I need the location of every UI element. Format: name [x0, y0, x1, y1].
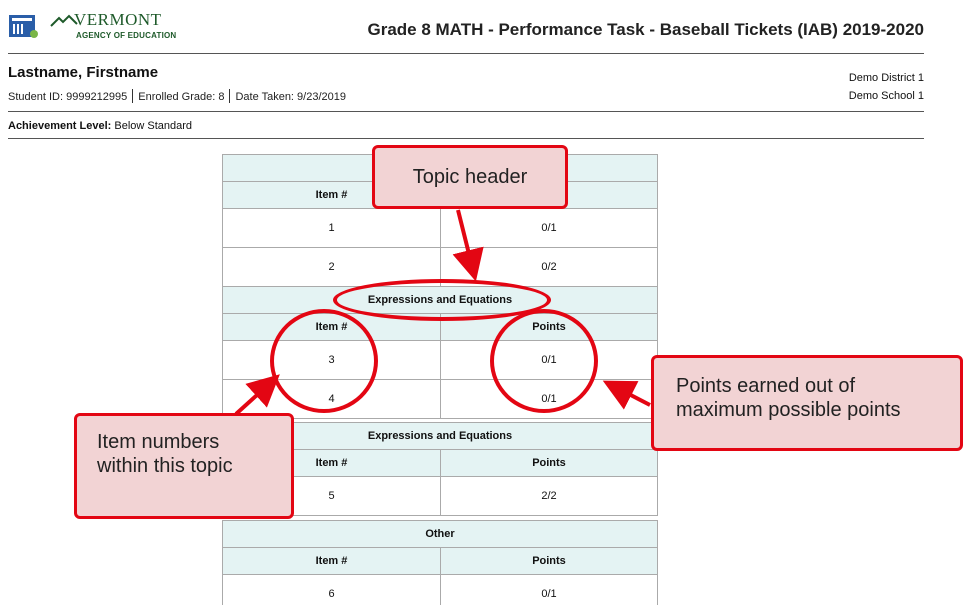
- item-number: 6: [328, 588, 335, 600]
- points-callout-line1: Points earned out of: [676, 375, 856, 397]
- points-column-header: Points: [440, 450, 657, 476]
- item-numbers-callout: Item numbers within this topic: [74, 413, 294, 519]
- topic-header-callout-text: Topic header: [412, 166, 528, 188]
- student-meta: Student ID: 9999212995 Enrolled Grade: 8 D…: [8, 89, 346, 103]
- header-divider: [8, 53, 924, 54]
- district-name: Demo District 1: [848, 72, 924, 84]
- item-number: 1: [328, 222, 335, 234]
- student-id: Student ID: 9999212995: [8, 91, 128, 103]
- points-value: 2/2: [440, 477, 657, 515]
- mountain-icon: [50, 14, 78, 27]
- vermont-logo: [8, 12, 40, 40]
- logo-wordmark: VERMONT AGENCY OF EDUCATION: [50, 10, 176, 40]
- item-numbers-callout-line1: Item numbers: [97, 431, 220, 453]
- district-school: Demo District 1 Demo School 1: [849, 69, 924, 105]
- points-value: 0/1: [440, 209, 657, 247]
- date-taken: Date Taken: 9/23/2019: [235, 91, 346, 103]
- topic-header-callout: Topic header: [372, 145, 568, 209]
- achievement-level: Achievement Level: Below Standard: [8, 120, 192, 132]
- student-divider: [8, 111, 924, 112]
- item-numbers-highlight-ring: [270, 309, 378, 413]
- meta-separator: [229, 89, 231, 103]
- points-column-header: Points: [440, 548, 657, 574]
- topic-table: Other Item # Points 6 0/1: [222, 520, 658, 605]
- points-value: 0/1: [440, 575, 657, 605]
- achievement-value: Below Standard: [114, 120, 193, 132]
- report-header: VERMONT AGENCY OF EDUCATION Grade 8 MATH…: [8, 6, 924, 46]
- topic-header: Other: [223, 521, 657, 547]
- achievement-label: Achievement Level:: [8, 120, 112, 132]
- meta-separator: [132, 89, 134, 103]
- item-numbers-callout-line2: within this topic: [97, 455, 233, 477]
- table-row: 1 0/1: [223, 208, 657, 247]
- points-callout-line2: maximum possible points: [676, 399, 901, 421]
- school-name: Demo School 1: [848, 90, 924, 102]
- logo-subtitle: AGENCY OF EDUCATION: [76, 31, 177, 40]
- item-column-header: Item #: [223, 548, 440, 574]
- logo-name: VERMONT: [74, 10, 162, 29]
- points-callout: Points earned out of maximum possible po…: [651, 355, 963, 451]
- achievement-divider: [8, 138, 924, 139]
- table-row: 6 0/1: [223, 574, 657, 605]
- report-title: Grade 8 MATH - Performance Task - Baseba…: [367, 20, 924, 39]
- enrolled-grade: Enrolled Grade: 8: [138, 91, 225, 103]
- points-highlight-ring: [490, 309, 598, 413]
- student-name: Lastname, Firstname: [8, 64, 159, 81]
